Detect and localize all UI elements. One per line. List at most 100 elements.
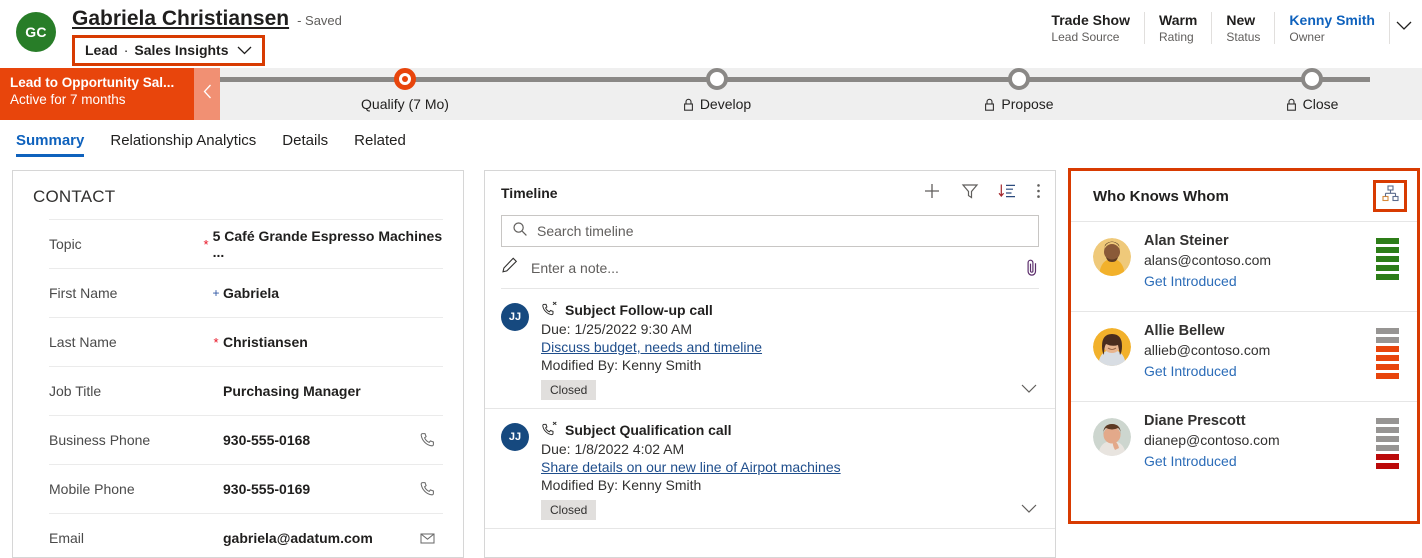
rating-value: Warm	[1159, 12, 1197, 28]
timeline-item-description[interactable]: Share details on our new line of Airpot …	[541, 459, 1041, 475]
get-introduced-link[interactable]: Get Introduced	[1144, 453, 1405, 469]
phone-call-icon	[541, 421, 558, 439]
get-introduced-link[interactable]: Get Introduced	[1144, 363, 1405, 379]
stage-node-active	[394, 68, 416, 90]
phone-call-icon	[541, 301, 558, 319]
avatar	[1093, 238, 1131, 276]
header-expand-chevron-down-icon[interactable]	[1396, 18, 1412, 36]
header-stat-rating: Warm Rating	[1145, 12, 1212, 44]
list-item[interactable]: Diane Prescott dianep@contoso.com Get In…	[1071, 401, 1417, 491]
timeline-item-subject: Subject Follow-up call	[565, 302, 713, 318]
save-state-label: - Saved	[297, 13, 342, 28]
chevron-down-icon[interactable]	[237, 46, 252, 55]
note-input[interactable]: Enter a note...	[501, 247, 1039, 289]
get-introduced-link[interactable]: Get Introduced	[1144, 273, 1405, 289]
timeline-item-body: Subject Qualification call Due: 1/8/2022…	[541, 421, 1041, 520]
breadcrumb-separator: ·	[124, 42, 129, 58]
process-stage-develop[interactable]: Develop	[597, 68, 837, 112]
field-label: Job Title	[49, 383, 209, 399]
main-content: CONTACT Topic * 5 Café Grande Espresso M…	[0, 166, 1422, 558]
field-value: 5 Café Grande Espresso Machines ...	[213, 228, 443, 260]
email-icon[interactable]	[419, 530, 437, 546]
relationship-strength-indicator	[1376, 418, 1399, 469]
field-label: Mobile Phone	[49, 481, 209, 497]
field-business-phone[interactable]: Business Phone 930-555-0168	[49, 415, 443, 464]
lock-icon	[984, 98, 995, 111]
field-value: Gabriela	[223, 285, 279, 301]
person-info: Alan Steiner alans@contoso.com Get Intro…	[1144, 233, 1405, 289]
search-placeholder: Search timeline	[537, 223, 634, 239]
person-name: Allie Bellew	[1144, 323, 1405, 339]
tab-summary[interactable]: Summary	[16, 132, 84, 154]
header-stats: Trade Show Lead Source Warm Rating New S…	[1037, 12, 1412, 44]
process-active-duration: Active for 7 months	[10, 91, 194, 109]
phone-icon[interactable]	[419, 431, 437, 449]
relationship-strength-indicator	[1376, 238, 1399, 280]
page-title: Gabriela Christiansen	[72, 7, 289, 31]
process-stage-close[interactable]: Close	[1192, 68, 1422, 112]
process-title-block[interactable]: Lead to Opportunity Sal... Active for 7 …	[0, 68, 194, 120]
timeline-item-due: Due: 1/25/2022 9:30 AM	[541, 321, 1041, 337]
status-badge: Closed	[541, 500, 596, 520]
who-knows-whom-card: Who Knows Whom	[1068, 168, 1420, 524]
stage-label: Close	[1303, 96, 1339, 112]
tab-bar: Summary Relationship Analytics Details R…	[0, 120, 1422, 166]
header-title-line: Gabriela Christiansen - Saved	[72, 7, 342, 31]
contact-section-title: CONTACT	[13, 171, 463, 219]
header-stat-status: New Status	[1212, 12, 1275, 44]
org-chart-button[interactable]	[1373, 180, 1407, 212]
tab-related[interactable]: Related	[354, 132, 406, 154]
chevron-down-icon[interactable]	[1021, 384, 1037, 394]
header-stat-owner[interactable]: Kenny Smith Owner	[1275, 12, 1390, 44]
sort-icon[interactable]	[998, 182, 1017, 205]
timeline-card: Timeline	[484, 170, 1056, 558]
field-mobile-phone[interactable]: Mobile Phone 930-555-0169	[49, 464, 443, 513]
status-value: New	[1226, 12, 1260, 28]
tab-details[interactable]: Details	[282, 132, 328, 154]
lead-source-value: Trade Show	[1051, 12, 1130, 28]
pencil-icon	[501, 256, 519, 279]
field-value: 930-555-0168	[223, 432, 310, 448]
breadcrumb-entity: Lead	[85, 42, 118, 58]
chevron-down-icon[interactable]	[1021, 504, 1037, 514]
process-stages: Qualify (7 Mo) Develop Propose	[220, 68, 1422, 120]
tab-relationship-analytics[interactable]: Relationship Analytics	[110, 132, 256, 154]
timeline-item[interactable]: JJ Subject Follow-up call Due: 1/25/2022…	[485, 289, 1055, 409]
field-label: Business Phone	[49, 432, 209, 448]
avatar: JJ	[501, 303, 529, 331]
process-stage-propose[interactable]: Propose	[899, 68, 1139, 112]
status-label: Status	[1226, 30, 1260, 44]
phone-icon[interactable]	[419, 480, 437, 498]
add-icon[interactable]	[922, 181, 942, 206]
more-options-icon[interactable]	[1036, 182, 1041, 205]
process-stage-qualify[interactable]: Qualify (7 Mo)	[285, 68, 525, 112]
timeline-actions	[922, 181, 1041, 206]
breadcrumb[interactable]: Lead · Sales Insights	[72, 35, 265, 66]
field-value: Christiansen	[223, 334, 308, 350]
list-item[interactable]: Allie Bellew allieb@contoso.com Get Intr…	[1071, 311, 1417, 401]
list-item[interactable]: Alan Steiner alans@contoso.com Get Intro…	[1071, 221, 1417, 311]
field-email[interactable]: Email gabriela@adatum.com	[49, 513, 443, 558]
recommended-plus-icon: +	[209, 286, 223, 300]
chevron-left-icon	[203, 84, 212, 104]
contact-card: CONTACT Topic * 5 Café Grande Espresso M…	[12, 170, 464, 558]
stage-label: Propose	[1001, 96, 1053, 112]
timeline-item[interactable]: JJ Subject Qualification call Due: 1/8/2…	[485, 409, 1055, 529]
timeline-item-description[interactable]: Discuss budget, needs and timeline	[541, 339, 1041, 355]
person-info: Allie Bellew allieb@contoso.com Get Intr…	[1144, 323, 1405, 379]
field-topic[interactable]: Topic * 5 Café Grande Espresso Machines …	[49, 219, 443, 268]
search-icon	[512, 221, 528, 242]
field-job-title[interactable]: Job Title Purchasing Manager	[49, 366, 443, 415]
owner-value[interactable]: Kenny Smith	[1289, 12, 1375, 28]
field-first-name[interactable]: First Name + Gabriela	[49, 268, 443, 317]
stage-label-group: Develop	[597, 96, 837, 112]
process-name: Lead to Opportunity Sal...	[10, 74, 194, 91]
business-process-flow: Lead to Opportunity Sal... Active for 7 …	[0, 68, 1422, 120]
person-info: Diane Prescott dianep@contoso.com Get In…	[1144, 413, 1405, 469]
search-timeline-input[interactable]: Search timeline	[501, 215, 1039, 247]
field-last-name[interactable]: Last Name * Christiansen	[49, 317, 443, 366]
process-collapse-button[interactable]	[194, 68, 220, 120]
timeline-item-modified-by: Modified By: Kenny Smith	[541, 477, 1041, 493]
filter-icon[interactable]	[961, 182, 979, 205]
attachment-icon[interactable]	[1025, 258, 1039, 278]
